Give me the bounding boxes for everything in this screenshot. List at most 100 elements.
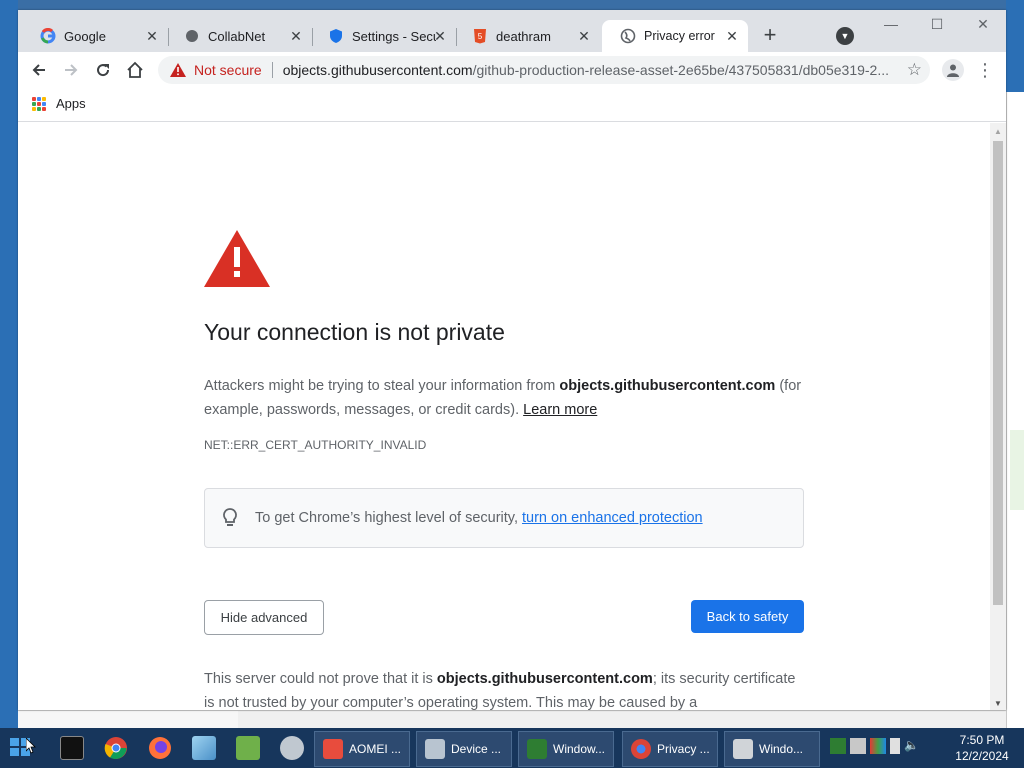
address-bar[interactable]: Not secure objects.githubusercontent.com… xyxy=(158,56,930,84)
tab-collabnet[interactable]: CollabNet ✕ xyxy=(166,20,313,52)
enhanced-protection-tip: To get Chrome’s highest level of securit… xyxy=(204,488,804,548)
page-scrollbar[interactable]: ▲ ▼ xyxy=(990,123,1006,710)
hide-advanced-button[interactable]: Hide advanced xyxy=(204,600,324,635)
page-content: Your connection is not private Attackers… xyxy=(18,123,990,710)
lightbulb-icon xyxy=(221,508,239,528)
aomei-icon xyxy=(323,739,343,759)
tab-deathram[interactable]: 5 deathram ✕ xyxy=(454,20,600,52)
task-label: Privacy ... xyxy=(657,742,710,756)
tip-text: To get Chrome’s highest level of securit… xyxy=(255,510,519,526)
firefox-icon[interactable] xyxy=(148,736,172,760)
task-windows-explorer[interactable]: Window... xyxy=(518,731,614,767)
tab-title: CollabNet xyxy=(208,28,266,44)
apps-shortcut[interactable]: Apps xyxy=(32,96,86,111)
scrollbar-thumb[interactable] xyxy=(993,141,1003,605)
tools-icon[interactable] xyxy=(280,736,304,760)
tab-google[interactable]: Google ✕ xyxy=(22,20,169,52)
device-manager-icon xyxy=(425,739,445,759)
background-window-highlight xyxy=(1010,430,1024,510)
task-label: Windo... xyxy=(759,742,804,756)
bookmarks-bar: Apps xyxy=(18,88,1006,122)
volume-muted-icon[interactable]: 🔈 xyxy=(904,738,922,754)
browser-toolbar: Not secure objects.githubusercontent.com… xyxy=(18,52,1006,88)
collabnet-icon xyxy=(184,28,200,44)
menu-kebab-icon[interactable]: ⋮ xyxy=(976,58,994,82)
tab-privacy-error[interactable]: Privacy error ✕ xyxy=(602,20,748,52)
network-icon[interactable] xyxy=(850,738,866,754)
reload-button[interactable] xyxy=(90,57,116,83)
task-device-manager[interactable]: Device ... xyxy=(416,731,512,767)
forward-arrow-icon xyxy=(65,64,78,76)
bookmark-star-icon[interactable]: ☆ xyxy=(907,60,922,80)
learn-more-link[interactable]: Learn more xyxy=(523,402,597,418)
chrome-icon[interactable] xyxy=(104,736,128,760)
tab-title: Settings - Secu xyxy=(352,28,436,44)
task-privacy-error[interactable]: Privacy ... xyxy=(622,731,718,767)
terminal-icon[interactable] xyxy=(60,736,84,760)
back-button[interactable] xyxy=(26,57,52,83)
home-icon xyxy=(127,61,143,78)
url-text[interactable]: objects.githubusercontent.com/github-pro… xyxy=(283,62,895,78)
background-window-panel xyxy=(18,711,238,728)
taskbar: AOMEI ... Device ... Window... Privacy .… xyxy=(0,728,1024,768)
warning-triangle-icon[interactable] xyxy=(170,63,186,77)
task-label: Device ... xyxy=(451,742,502,756)
enhanced-protection-link[interactable]: turn on enhanced protection xyxy=(522,510,703,526)
html5-icon: 5 xyxy=(472,28,488,44)
task-windows-drive[interactable]: Windo... xyxy=(724,731,820,767)
close-tab-icon[interactable]: ✕ xyxy=(576,28,592,44)
description-text: Attackers might be trying to steal your … xyxy=(204,378,560,394)
browser-window: Google ✕ CollabNet ✕ Settings - Secu ✕ 5… xyxy=(18,10,1006,710)
error-description: Attackers might be trying to steal your … xyxy=(204,374,824,422)
forward-button[interactable] xyxy=(58,57,84,83)
desktop-background-right xyxy=(1006,0,1024,728)
scroll-down-icon[interactable]: ▼ xyxy=(994,699,1002,708)
tab-title: deathram xyxy=(496,28,551,44)
tab-title: Google xyxy=(64,28,106,44)
home-button[interactable] xyxy=(122,57,148,83)
google-icon xyxy=(40,28,56,44)
apps-grid-icon xyxy=(32,96,46,111)
clock[interactable]: 7:50 PM 12/2/2024 xyxy=(948,732,1016,764)
tab-search-icon[interactable]: ▼ xyxy=(836,27,854,45)
not-secure-label[interactable]: Not secure xyxy=(194,62,262,78)
task-aomei[interactable]: AOMEI ... xyxy=(314,731,410,767)
description-host: objects.githubusercontent.com xyxy=(559,378,776,394)
close-tab-icon[interactable]: ✕ xyxy=(288,28,304,44)
notepad-icon[interactable] xyxy=(192,736,216,760)
apps-label: Apps xyxy=(56,96,86,111)
close-window-button[interactable]: ✕ xyxy=(968,14,998,34)
close-tab-icon[interactable]: ✕ xyxy=(144,28,160,44)
clock-date: 12/2/2024 xyxy=(955,749,1009,763)
spreadsheet-icon[interactable] xyxy=(236,736,260,760)
new-tab-button[interactable]: + xyxy=(758,24,782,48)
display-icon[interactable] xyxy=(870,738,886,754)
maximize-button[interactable]: ☐ xyxy=(922,14,952,34)
globe-icon xyxy=(620,28,636,44)
chrome-icon xyxy=(631,739,651,759)
tab-settings[interactable]: Settings - Secu ✕ xyxy=(310,20,457,52)
tab-title: Privacy error xyxy=(644,29,715,43)
back-arrow-icon xyxy=(32,64,45,76)
drive-icon xyxy=(733,739,753,759)
error-code: NET::ERR_CERT_AUTHORITY_INVALID xyxy=(204,438,427,452)
usb-icon[interactable] xyxy=(890,738,900,754)
omnibox-separator xyxy=(271,62,273,78)
background-window-bottom xyxy=(18,710,1006,728)
system-tray: 🔈 xyxy=(830,738,922,758)
minimize-button[interactable]: — xyxy=(876,14,906,34)
desktop-background-left xyxy=(0,0,18,728)
url-path: /github-production-release-asset-2e65be/… xyxy=(472,62,890,78)
detail-host: objects.githubusercontent.com xyxy=(436,671,653,687)
close-tab-icon[interactable]: ✕ xyxy=(724,28,740,44)
reload-icon xyxy=(97,64,110,77)
back-to-safety-button[interactable]: Back to safety xyxy=(691,600,804,633)
close-tab-icon[interactable]: ✕ xyxy=(432,28,448,44)
page-title: Your connection is not private xyxy=(204,319,505,345)
scroll-up-icon[interactable]: ▲ xyxy=(994,127,1002,136)
detail-text: This server could not prove that it is xyxy=(204,671,437,687)
windows-icon xyxy=(527,739,547,759)
clock-time: 7:50 PM xyxy=(959,733,1005,747)
tray-app-icon[interactable] xyxy=(830,738,846,754)
profile-avatar-icon[interactable] xyxy=(942,59,964,81)
